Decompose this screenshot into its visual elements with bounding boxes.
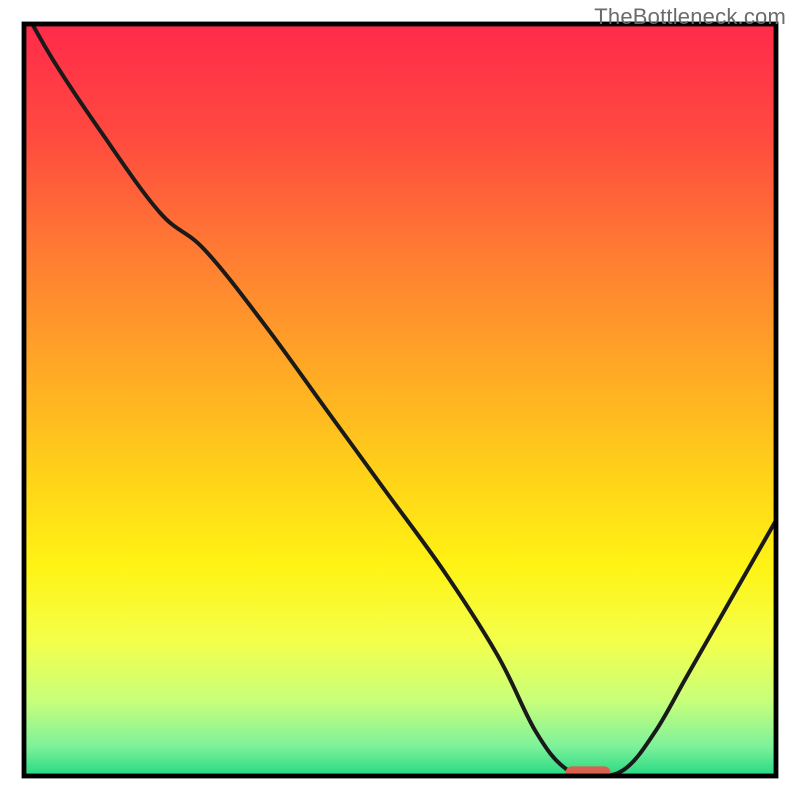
gradient-background	[24, 24, 776, 776]
bottleneck-chart	[0, 0, 800, 800]
chart-panel	[24, 9, 776, 779]
watermark-label: TheBottleneck.com	[594, 4, 786, 30]
chart-container: TheBottleneck.com	[0, 0, 800, 800]
